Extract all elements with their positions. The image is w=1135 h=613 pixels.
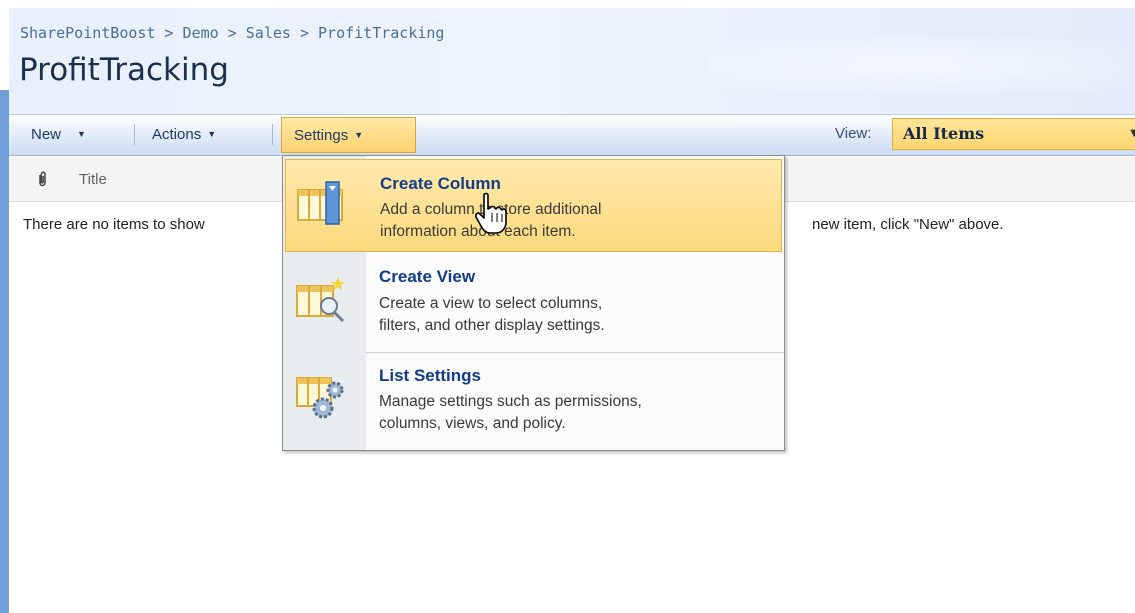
menu-item-description: Manage settings such as permissions, [379, 393, 642, 410]
chevron-down-icon: ▼ [354, 130, 364, 140]
menu-separator [366, 352, 784, 353]
new-button-label: New [31, 126, 62, 143]
list-settings-icon [296, 377, 344, 419]
view-selector-value: All Items [903, 124, 985, 143]
create-view-icon [296, 277, 345, 323]
page-title: ProfitTracking [19, 52, 229, 88]
view-selector[interactable]: All Items ▼ [892, 118, 1135, 150]
empty-list-message-end: new item, click "New" above. [812, 216, 1004, 233]
menu-item-title: Create Column [380, 174, 501, 193]
actions-menu-button[interactable]: Actions ▼ [152, 121, 216, 147]
menu-item-description: columns, views, and policy. [379, 415, 566, 432]
settings-menu-button[interactable]: Settings ▼ [281, 117, 416, 153]
chevron-down-icon: ▼ [1130, 128, 1135, 139]
settings-dropdown-menu: Create Column Add a column to store addi… [282, 155, 785, 451]
menu-item-description: Create a view to select columns, [379, 295, 603, 312]
top-strip [0, 0, 1135, 8]
left-accent-bar [0, 90, 9, 613]
menu-item-create-view[interactable]: Create View Create a view to select colu… [285, 254, 782, 351]
paperclip-icon[interactable] [37, 171, 48, 187]
menu-item-list-settings[interactable]: List Settings Manage settings such as pe… [285, 354, 782, 449]
hand-cursor-icon [475, 192, 507, 234]
menu-item-create-column[interactable]: Create Column Add a column to store addi… [285, 159, 782, 252]
menu-item-title: List Settings [379, 366, 482, 385]
page-header: SharePointBoost > Demo > Sales > ProfitT… [9, 8, 1135, 114]
actions-button-label: Actions [152, 126, 202, 143]
breadcrumb[interactable]: SharePointBoost > Demo > Sales > ProfitT… [20, 24, 444, 42]
create-column-icon [297, 181, 343, 225]
title-column-header[interactable]: Title [79, 171, 107, 188]
chevron-down-icon: ▼ [207, 129, 217, 139]
settings-button-label: Settings [294, 127, 349, 144]
new-menu-button[interactable]: New ▼ [31, 121, 86, 147]
header-decoration [709, 38, 1129, 93]
view-label: View: [835, 125, 872, 142]
list-toolbar: New ▼ Actions ▼ Settings ▼ View: All Items … [9, 114, 1135, 156]
chevron-down-icon: ▼ [77, 129, 86, 139]
menu-item-title: Create View [379, 267, 476, 286]
menu-item-description: filters, and other display settings. [379, 317, 605, 334]
empty-list-message: There are no items to show [23, 216, 205, 233]
toolbar-divider [134, 124, 135, 145]
toolbar-divider [272, 124, 273, 145]
